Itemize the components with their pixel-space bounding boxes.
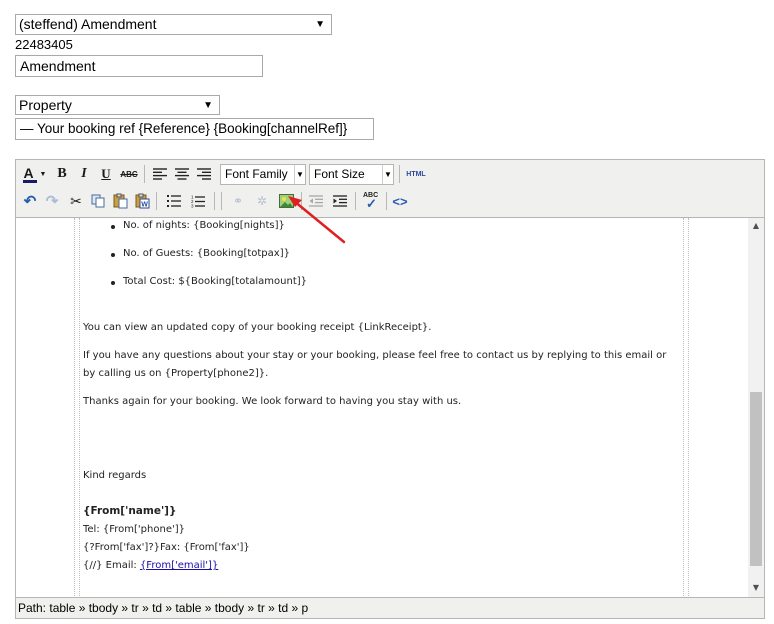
font-size-select[interactable]: Font Size ▼ bbox=[309, 164, 394, 185]
copy-icon bbox=[91, 194, 105, 208]
underline-button[interactable]: U bbox=[96, 164, 116, 184]
type-select-value: Property bbox=[19, 97, 72, 113]
chevron-down-icon: ▼ bbox=[203, 100, 213, 111]
align-center-button[interactable] bbox=[172, 164, 192, 184]
bullet-list-icon bbox=[167, 195, 181, 207]
template-id: 22483405 bbox=[15, 37, 73, 52]
italic-icon: I bbox=[81, 166, 87, 181]
list-bullet bbox=[111, 281, 115, 285]
font-size-value: Font Size bbox=[314, 167, 365, 181]
paste-word-icon: W bbox=[135, 193, 150, 209]
name-field-value: Amendment bbox=[20, 58, 96, 74]
bold-icon: B bbox=[57, 166, 67, 181]
paste-word-button[interactable]: W bbox=[132, 191, 152, 211]
copy-button[interactable] bbox=[88, 191, 108, 211]
spellcheck-icon: ABC ✓ bbox=[363, 192, 379, 211]
sender-select[interactable]: (steffend) Amendment ▼ bbox=[15, 14, 332, 35]
table-border-left bbox=[74, 218, 80, 598]
annotation-arrow-icon bbox=[288, 196, 346, 244]
unlink-icon: ✲ bbox=[256, 194, 268, 208]
paragraph-questions-cont: by calling us on {Property[phone2]}. bbox=[83, 368, 269, 379]
font-family-select[interactable]: Font Family ▼ bbox=[220, 164, 306, 185]
strikethrough-button[interactable]: ABC bbox=[118, 164, 140, 184]
rich-text-editor: A ▼ B I U ABC Font Family ▼ Font Size ▼ … bbox=[15, 159, 765, 619]
paragraph-questions: If you have any questions about your sta… bbox=[83, 350, 667, 361]
code-icon: <> bbox=[392, 193, 408, 209]
element-path: Path: table » tbody » tr » td » table » … bbox=[18, 601, 309, 615]
chevron-down-icon: ▼ bbox=[39, 170, 47, 178]
subject-field[interactable]: — Your booking ref {Reference} {Booking[… bbox=[15, 118, 374, 140]
undo-button[interactable]: ↶ bbox=[20, 191, 40, 211]
link-button[interactable]: ⚭ bbox=[228, 191, 248, 211]
strikethrough-icon: ABC bbox=[120, 169, 138, 179]
toolbar-divider bbox=[221, 192, 222, 210]
kind-regards: Kind regards bbox=[83, 470, 147, 481]
paragraph-receipt: You can view an updated copy of your boo… bbox=[83, 322, 432, 333]
code-button[interactable]: <> bbox=[390, 191, 410, 211]
list-item: No. of nights: {Booking[nights]} bbox=[123, 220, 285, 231]
type-select[interactable]: Property ▼ bbox=[15, 95, 220, 115]
from-name: {From['name']} bbox=[83, 505, 177, 517]
cut-icon: ✂ bbox=[70, 192, 82, 209]
scroll-thumb[interactable] bbox=[750, 392, 762, 566]
list-bullet bbox=[111, 225, 115, 229]
scrollbar[interactable]: ▲ ▼ bbox=[748, 218, 764, 598]
chevron-down-icon: ▼ bbox=[382, 165, 393, 184]
undo-icon: ↶ bbox=[23, 193, 37, 210]
html-source-button[interactable]: HTML bbox=[404, 164, 428, 184]
toolbar-divider bbox=[399, 165, 400, 183]
email-line: {//} Email: {From['email']} bbox=[83, 560, 218, 571]
underline-icon: U bbox=[101, 166, 111, 181]
toolbar-row-2: ↶ ↷ ✂ W 123 ⚭ ✲ ABC ✓ <> bbox=[16, 188, 764, 214]
svg-text:3: 3 bbox=[191, 203, 194, 208]
toolbar-divider bbox=[355, 192, 356, 210]
font-color-button[interactable]: A ▼ bbox=[20, 164, 48, 184]
editor-content[interactable]: No. of nights: {Booking[nights]} No. of … bbox=[16, 217, 764, 598]
font-color-icon: A bbox=[22, 165, 38, 183]
list-item: No. of Guests: {Booking[totpax]} bbox=[123, 248, 290, 259]
tel-line: Tel: {From['phone']} bbox=[83, 524, 185, 535]
list-item: Total Cost: ${Booking[totalamount]} bbox=[123, 276, 308, 287]
paste-icon bbox=[113, 193, 128, 209]
email-link[interactable]: {From['email']} bbox=[140, 560, 218, 571]
italic-button[interactable]: I bbox=[74, 164, 94, 184]
chevron-down-icon: ▼ bbox=[315, 19, 325, 30]
toolbar-row-1: A ▼ B I U ABC Font Family ▼ Font Size ▼ … bbox=[16, 161, 764, 187]
paste-button[interactable] bbox=[110, 191, 130, 211]
align-right-icon bbox=[197, 168, 211, 180]
chevron-down-icon: ▼ bbox=[294, 165, 305, 184]
toolbar-divider bbox=[386, 192, 387, 210]
subject-field-value: — Your booking ref {Reference} {Booking[… bbox=[20, 121, 348, 136]
link-icon: ⚭ bbox=[232, 194, 244, 208]
path-status-bar: Path: table » tbody » tr » td » table » … bbox=[16, 597, 764, 618]
scroll-down-icon[interactable]: ▼ bbox=[748, 580, 764, 596]
svg-text:W: W bbox=[141, 202, 148, 209]
numbered-list-icon: 123 bbox=[191, 195, 205, 208]
toolbar-divider bbox=[144, 165, 145, 183]
align-left-icon bbox=[153, 168, 167, 180]
scroll-up-icon[interactable]: ▲ bbox=[748, 218, 764, 234]
redo-button[interactable]: ↷ bbox=[42, 191, 62, 211]
name-field[interactable]: Amendment bbox=[15, 55, 263, 77]
font-family-value: Font Family bbox=[225, 167, 288, 181]
html-icon: HTML bbox=[406, 170, 426, 178]
toolbar-divider bbox=[214, 192, 215, 210]
cut-button[interactable]: ✂ bbox=[66, 191, 86, 211]
email-prefix: {//} Email: bbox=[83, 560, 140, 571]
align-left-button[interactable] bbox=[150, 164, 170, 184]
toolbar-divider bbox=[156, 192, 157, 210]
spellcheck-button[interactable]: ABC ✓ bbox=[360, 191, 382, 211]
fax-line: {?From['fax']?}Fax: {From['fax']} bbox=[83, 542, 250, 553]
align-center-icon bbox=[175, 168, 189, 180]
bullet-list-button[interactable] bbox=[164, 191, 184, 211]
unlink-button[interactable]: ✲ bbox=[252, 191, 272, 211]
table-border-right bbox=[683, 218, 689, 598]
paragraph-thanks: Thanks again for your booking. We look f… bbox=[83, 396, 462, 407]
redo-icon: ↷ bbox=[45, 193, 59, 210]
bold-button[interactable]: B bbox=[52, 164, 72, 184]
align-right-button[interactable] bbox=[194, 164, 214, 184]
list-bullet bbox=[111, 253, 115, 257]
numbered-list-button[interactable]: 123 bbox=[188, 191, 208, 211]
sender-select-value: (steffend) Amendment bbox=[19, 16, 157, 32]
